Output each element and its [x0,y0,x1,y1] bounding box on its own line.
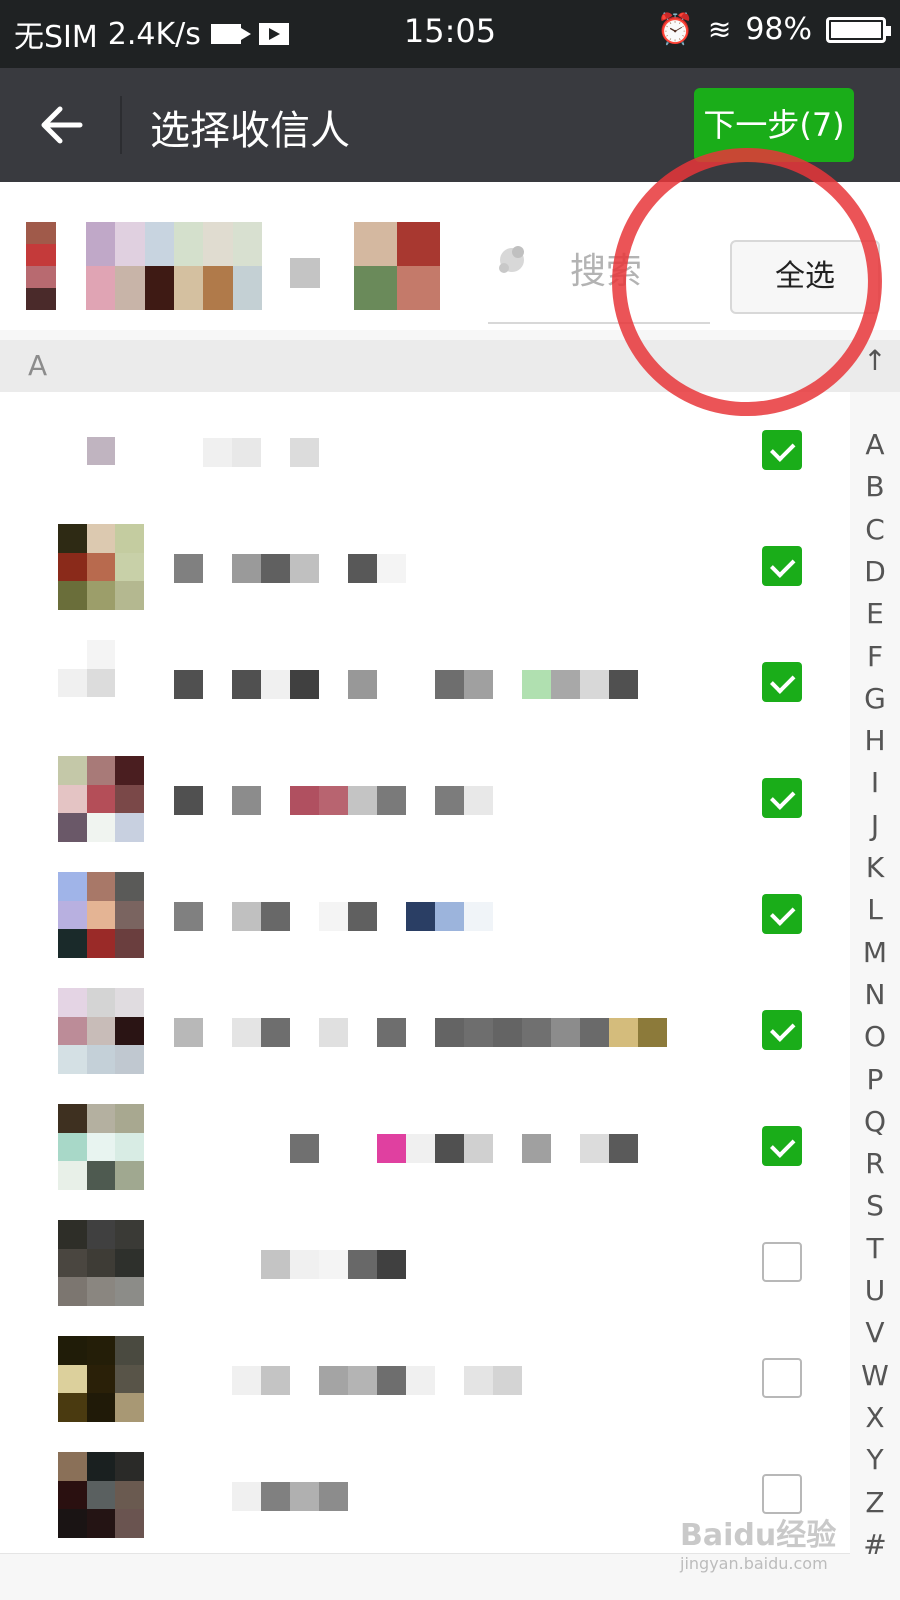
index-letter[interactable]: I [852,762,898,804]
contact-row[interactable] [0,972,850,1090]
page-title: 选择收信人 [150,108,350,154]
wifi-icon: ≋ [707,13,732,46]
status-bar: 无SIM 2.4K/s 15:05 ⏰ ≋ 98% [0,0,900,68]
contact-avatar [58,1220,144,1306]
contact-row[interactable] [0,1320,850,1438]
contact-avatar [58,872,144,958]
alphabet-index[interactable]: ↑ A B C D E F G H I J K L M N O P Q R S T U V W X Y Z # [852,340,898,1600]
contact-name-pixelated [174,664,638,704]
checkbox-checked[interactable] [762,546,802,586]
contact-avatar [58,524,144,610]
index-letter[interactable]: T [852,1228,898,1270]
selected-avatar[interactable] [354,222,440,310]
index-letter[interactable]: S [852,1185,898,1227]
checkbox-checked[interactable] [762,662,802,702]
index-letter[interactable]: D [852,551,898,593]
contact-name-pixelated [174,1128,638,1168]
contact-avatar [58,1104,144,1190]
index-letter[interactable]: C [852,509,898,551]
checkbox-unchecked[interactable] [762,1358,802,1398]
checkbox-checked[interactable] [762,430,802,470]
contact-name-pixelated [174,1476,348,1516]
contact-name-pixelated [174,780,493,820]
index-letter[interactable]: F [852,636,898,678]
contact-avatar [58,640,144,726]
nav-divider [120,96,122,154]
battery-icon [826,16,891,43]
battery-percent: 98% [745,12,812,47]
index-letter[interactable]: K [852,847,898,889]
contact-name-pixelated [174,1244,406,1284]
index-letter[interactable]: J [852,805,898,847]
index-letter[interactable]: O [852,1016,898,1058]
contact-avatar [58,988,144,1074]
checkbox-unchecked[interactable] [762,1474,802,1514]
index-letter[interactable]: R [852,1143,898,1185]
index-letter[interactable]: V [852,1312,898,1354]
contact-row[interactable] [0,508,850,626]
index-letter[interactable]: E [852,593,898,635]
selected-avatar[interactable] [86,222,262,310]
index-letter[interactable]: X [852,1397,898,1439]
contact-name-pixelated [174,1360,522,1400]
contact-avatar [58,1452,144,1538]
checkbox-checked[interactable] [762,1126,802,1166]
contact-row[interactable] [0,740,850,858]
watermark-url: jingyan.baidu.com [680,1554,828,1573]
watermark-logo: Baidu经验 [680,1518,837,1553]
status-right: ⏰ ≋ 98% [656,12,891,47]
alarm-icon: ⏰ [656,12,694,47]
checkbox-checked[interactable] [762,1010,802,1050]
contact-row[interactable] [0,624,850,742]
contact-avatar [58,408,144,494]
contact-name-pixelated [174,1012,667,1052]
index-letter[interactable]: L [852,889,898,931]
checkbox-checked[interactable] [762,778,802,818]
index-letter[interactable]: G [852,678,898,720]
contact-avatar [58,756,144,842]
index-letter[interactable]: N [852,974,898,1016]
checkbox-checked[interactable] [762,894,802,934]
watermark: Baidu经验 jingyan.baidu.com [680,1510,880,1573]
search-icon [488,238,538,288]
contact-avatar [58,1336,144,1422]
contact-name-pixelated [174,432,348,472]
index-letter[interactable]: P [852,1059,898,1101]
index-letter[interactable]: H [852,720,898,762]
index-letter[interactable]: W [852,1355,898,1397]
checkbox-unchecked[interactable] [762,1242,802,1282]
index-letter[interactable]: B [852,466,898,508]
selected-avatar[interactable] [26,222,56,310]
index-letter[interactable]: A [852,424,898,466]
selected-avatar[interactable] [290,258,320,288]
index-letter[interactable]: Y [852,1439,898,1481]
contact-row[interactable] [0,856,850,974]
contact-row[interactable] [0,1204,850,1322]
contact-row[interactable] [0,1088,850,1206]
index-letter[interactable]: U [852,1270,898,1312]
index-letter[interactable]: Q [852,1101,898,1143]
contact-name-pixelated [174,896,493,936]
back-arrow-icon[interactable] [40,98,84,152]
contact-name-pixelated [174,548,406,588]
index-letter[interactable]: M [852,932,898,974]
